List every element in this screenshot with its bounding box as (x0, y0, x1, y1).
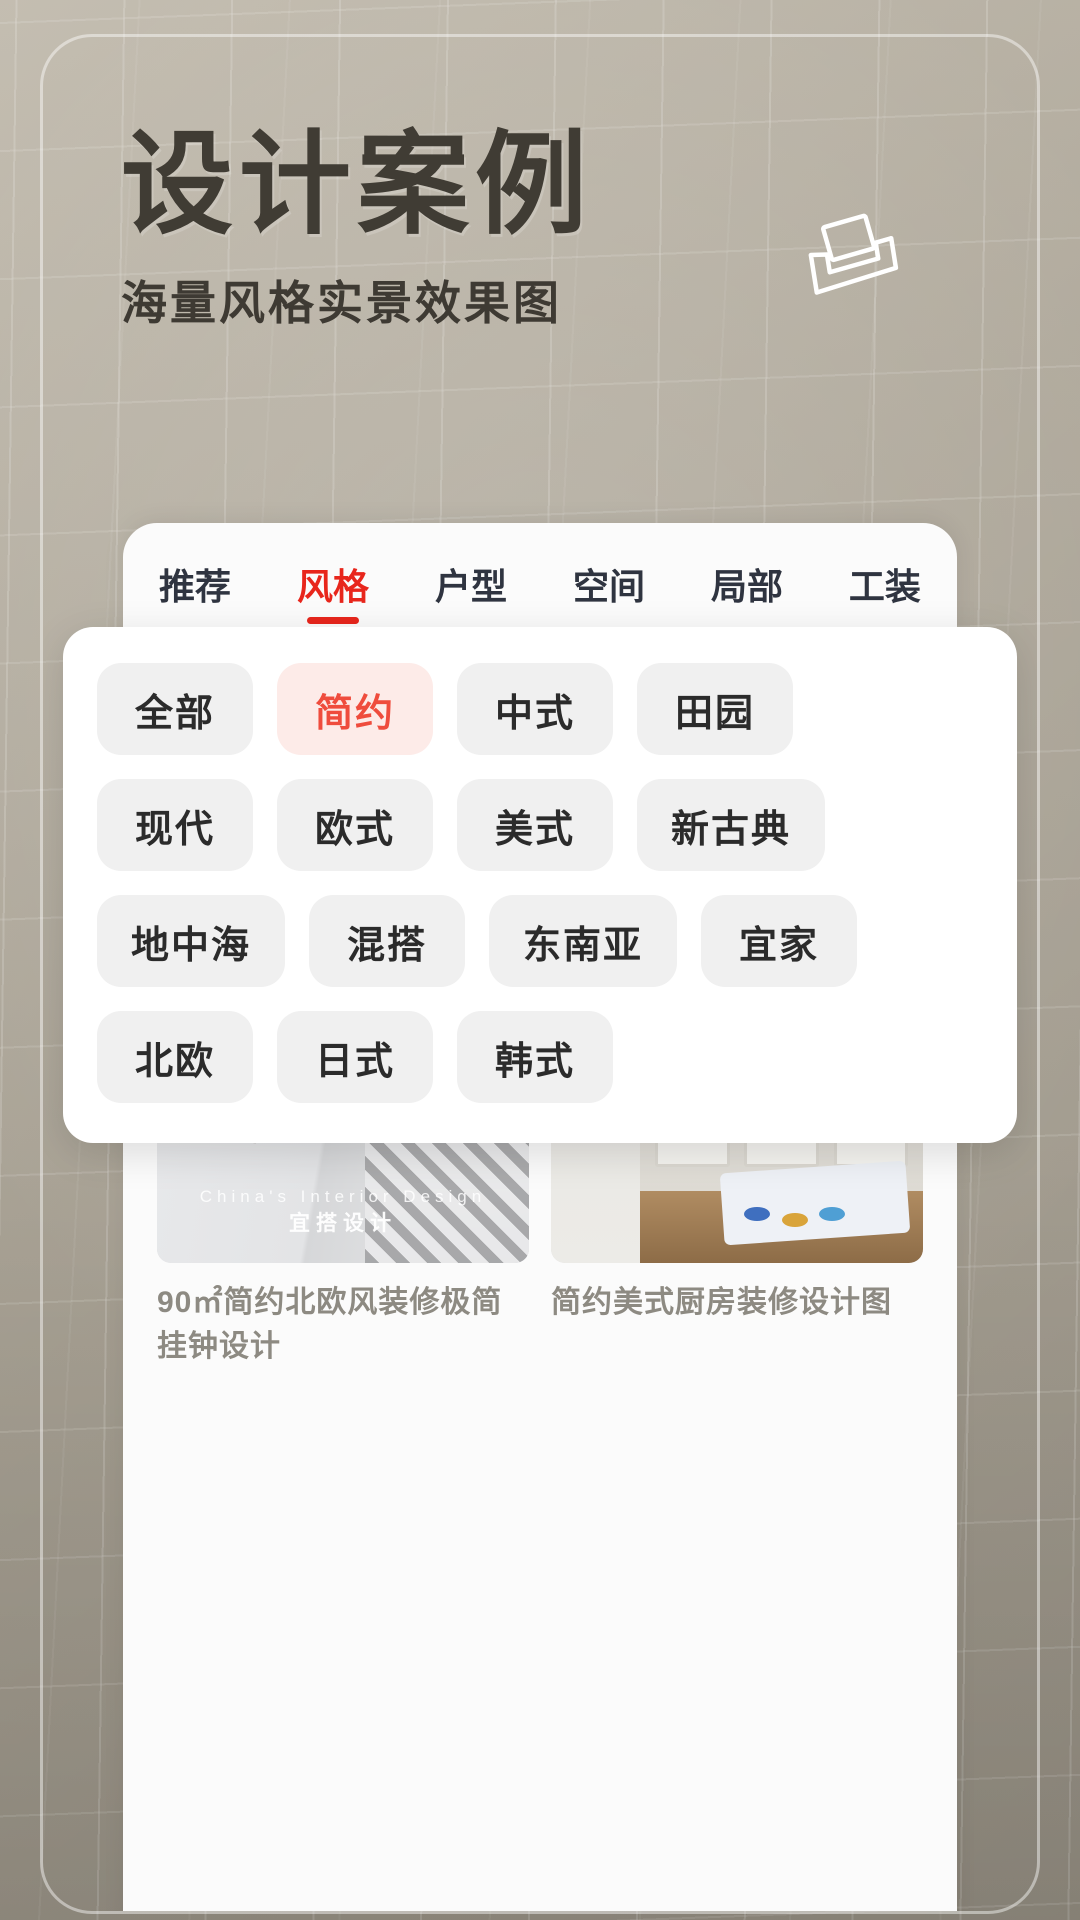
filter-row: 全部 简约 中式 田园 (97, 663, 983, 755)
tab-commercial[interactable]: 工装 (847, 554, 923, 626)
filter-chip-pastoral[interactable]: 田园 (637, 663, 793, 755)
filter-chip-chinese[interactable]: 中式 (457, 663, 613, 755)
filter-chip-japanese[interactable]: 日式 (277, 1011, 433, 1103)
photo-rug-fish (818, 1207, 845, 1221)
tab-recommend[interactable]: 推荐 (157, 554, 233, 626)
tab-space[interactable]: 空间 (571, 554, 647, 626)
style-filter-sheet: 全部 简约 中式 田园 现代 欧式 美式 新古典 地中海 混搭 东南亚 宜家 北… (63, 627, 1017, 1143)
filter-chip-modern[interactable]: 现代 (97, 779, 253, 871)
filter-chip-neoclassical[interactable]: 新古典 (637, 779, 826, 871)
tab-layout[interactable]: 户型 (433, 554, 509, 626)
case-caption: 简约美式厨房装修设计图 (551, 1286, 892, 1319)
filter-row: 现代 欧式 美式 新古典 (97, 779, 983, 871)
filter-chip-mixed[interactable]: 混搭 (309, 895, 466, 987)
filter-chip-mediterranean[interactable]: 地中海 (97, 895, 286, 987)
filter-chip-korean[interactable]: 韩式 (457, 1011, 613, 1103)
photo-fish-rug (719, 1160, 911, 1246)
tab-partial[interactable]: 局部 (709, 554, 785, 626)
filter-row: 地中海 混搭 东南亚 宜家 (97, 895, 983, 987)
tab-bar: 推荐 风格 户型 空间 局部 工装 (123, 523, 957, 627)
filter-row: 北欧 日式 韩式 (97, 1011, 983, 1103)
photo-rug-fish (781, 1213, 808, 1227)
case-caption: 90㎡简约北欧风装修极简挂钟设计 (157, 1286, 503, 1363)
hero-header: 设计案例 海量风格实景效果图 (43, 37, 1037, 507)
filter-chip-ikea[interactable]: 宜家 (701, 895, 858, 987)
photo-watermark-large: 宜搭设计 (289, 1212, 397, 1235)
filter-chip-southeast-asian[interactable]: 东南亚 (489, 895, 678, 987)
filter-chip-minimal[interactable]: 简约 (277, 663, 433, 755)
filter-chip-european[interactable]: 欧式 (277, 779, 433, 871)
photo-watermark-small: China's Interior Design (199, 1187, 487, 1206)
filter-chip-american[interactable]: 美式 (457, 779, 613, 871)
sofa-icon (808, 213, 899, 295)
filter-chip-nordic[interactable]: 北欧 (97, 1011, 253, 1103)
app-screen: 设计案例 海量风格实景效果图 推荐 风格 户型 空间 局部 工装 China's… (0, 0, 1080, 1920)
device-screen: 设计案例 海量风格实景效果图 推荐 风格 户型 空间 局部 工装 China's… (43, 37, 1037, 1911)
tab-style[interactable]: 风格 (295, 554, 371, 626)
filter-chip-all[interactable]: 全部 (97, 663, 253, 755)
device-frame: 设计案例 海量风格实景效果图 推荐 风格 户型 空间 局部 工装 China's… (40, 34, 1040, 1914)
